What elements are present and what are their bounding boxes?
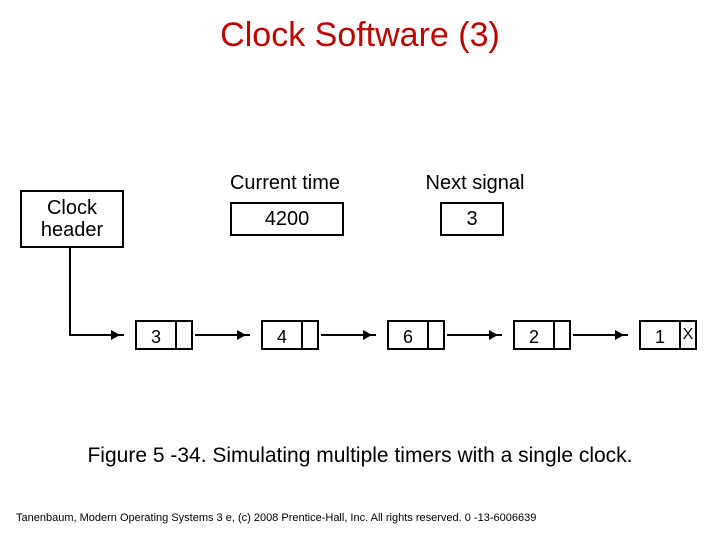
timer-node-next [553,320,571,350]
timer-node-next [427,320,445,350]
timer-node-next [301,320,319,350]
figure-caption: Figure 5 -34. Simulating multiple timers… [0,444,720,468]
arrow-segment [69,334,124,336]
timer-node-value: 1 [639,320,679,350]
arrow-segment [195,334,250,336]
timer-diagram: Current time Next signal 4200 3 Clock he… [20,160,700,400]
timer-node-value: 6 [387,320,427,350]
timer-node: 6 [387,320,445,350]
arrow-segment [447,334,502,336]
timer-node-last: 1X [639,320,697,350]
timer-node-value: 3 [135,320,175,350]
next-signal-label: Next signal [420,172,530,195]
current-time-box: 4200 [230,202,344,236]
timer-node-value: 2 [513,320,553,350]
slide-title: Clock Software (3) [0,16,720,55]
clock-header-box: Clock header [20,190,124,248]
timer-node-next [175,320,193,350]
arrow-segment [573,334,628,336]
timer-node: 4 [261,320,319,350]
arrow-segment [321,334,376,336]
timer-node: 2 [513,320,571,350]
credit-line: Tanenbaum, Modern Operating Systems 3 e,… [16,512,536,524]
list-terminator: X [679,320,697,350]
current-time-label: Current time [220,172,350,195]
timer-node: 3 [135,320,193,350]
timer-node-value: 4 [261,320,301,350]
next-signal-box: 3 [440,202,504,236]
arrow-segment [69,246,71,335]
